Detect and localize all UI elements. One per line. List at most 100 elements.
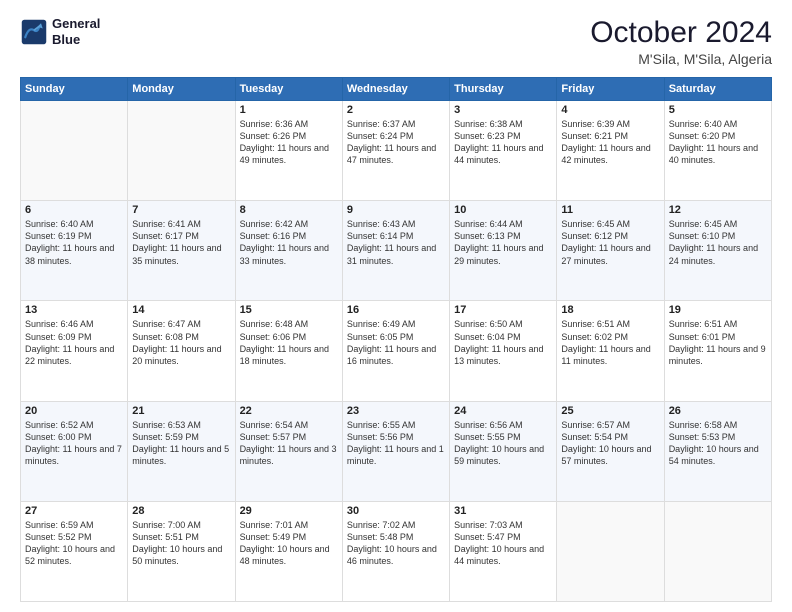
day-info: Sunrise: 6:52 AMSunset: 6:00 PMDaylight:… [25, 419, 123, 468]
day-info: Sunrise: 6:45 AMSunset: 6:10 PMDaylight:… [669, 218, 767, 267]
calendar-cell: 9 Sunrise: 6:43 AMSunset: 6:14 PMDaylight… [342, 201, 449, 301]
calendar-cell: 24 Sunrise: 6:56 AMSunset: 5:55 PMDayligh… [450, 401, 557, 501]
day-number: 14 [132, 304, 230, 316]
day-info: Sunrise: 6:47 AMSunset: 6:08 PMDaylight:… [132, 318, 230, 367]
calendar-cell: 10 Sunrise: 6:44 AMSunset: 6:13 PMDayligh… [450, 201, 557, 301]
day-number: 15 [240, 304, 338, 316]
day-info: Sunrise: 6:46 AMSunset: 6:09 PMDaylight:… [25, 318, 123, 367]
calendar-cell: 17Sunrise: 6:50 AMSunset: 6:04 PMDayligh… [450, 301, 557, 401]
day-number: 9 [347, 204, 445, 216]
day-info: Sunrise: 6:57 AMSunset: 5:54 PMDaylight:… [561, 419, 659, 468]
day-header-wednesday: Wednesday [342, 78, 449, 101]
day-number: 1 [240, 104, 338, 116]
day-header-tuesday: Tuesday [235, 78, 342, 101]
day-number: 3 [454, 104, 552, 116]
day-number: 22 [240, 405, 338, 417]
day-number: 31 [454, 505, 552, 517]
calendar-cell: 26Sunrise: 6:58 AMSunset: 5:53 PMDayligh… [664, 401, 771, 501]
day-info: Sunrise: 6:42 AMSunset: 6:16 PMDaylight:… [240, 218, 338, 267]
page: General Blue October 2024 M'Sila, M'Sila… [0, 0, 792, 612]
day-info: Sunrise: 6:39 AMSunset: 6:21 PMDaylight:… [561, 118, 659, 167]
calendar-cell [21, 101, 128, 201]
calendar-cell: 2Sunrise: 6:37 AMSunset: 6:24 PMDaylight… [342, 101, 449, 201]
calendar-cell: 1 Sunrise: 6:36 AMSunset: 6:26 PMDaylight… [235, 101, 342, 201]
calendar-cell: 11 Sunrise: 6:45 AMSunset: 6:12 PMDayligh… [557, 201, 664, 301]
calendar-cell: 22Sunrise: 6:54 AMSunset: 5:57 PMDayligh… [235, 401, 342, 501]
calendar-cell: 7Sunrise: 6:41 AMSunset: 6:17 PMDaylight… [128, 201, 235, 301]
calendar-cell: 6 Sunrise: 6:40 AMSunset: 6:19 PMDaylight… [21, 201, 128, 301]
day-header-saturday: Saturday [664, 78, 771, 101]
month-year: October 2024 [590, 16, 772, 49]
day-info: Sunrise: 6:49 AMSunset: 6:05 PMDaylight:… [347, 318, 445, 367]
day-number: 29 [240, 505, 338, 517]
day-number: 10 [454, 204, 552, 216]
day-number: 27 [25, 505, 123, 517]
week-row-2: 6 Sunrise: 6:40 AMSunset: 6:19 PMDaylight… [21, 201, 772, 301]
day-number: 7 [132, 204, 230, 216]
day-info: Sunrise: 6:43 AMSunset: 6:14 PMDaylight:… [347, 218, 445, 267]
calendar-cell: 4 Sunrise: 6:39 AMSunset: 6:21 PMDaylight… [557, 101, 664, 201]
day-info: Sunrise: 7:03 AMSunset: 5:47 PMDaylight:… [454, 519, 552, 568]
day-info: Sunrise: 6:44 AMSunset: 6:13 PMDaylight:… [454, 218, 552, 267]
calendar-cell: 8 Sunrise: 6:42 AMSunset: 6:16 PMDaylight… [235, 201, 342, 301]
day-number: 8 [240, 204, 338, 216]
day-number: 24 [454, 405, 552, 417]
day-number: 25 [561, 405, 659, 417]
day-number: 23 [347, 405, 445, 417]
calendar-cell: 23Sunrise: 6:55 AMSunset: 5:56 PMDayligh… [342, 401, 449, 501]
location: M'Sila, M'Sila, Algeria [590, 51, 772, 67]
day-number: 4 [561, 104, 659, 116]
week-row-5: 27 Sunrise: 6:59 AMSunset: 5:52 PMDayligh… [21, 501, 772, 601]
calendar-cell: 14 Sunrise: 6:47 AMSunset: 6:08 PMDayligh… [128, 301, 235, 401]
day-number: 12 [669, 204, 767, 216]
day-info: Sunrise: 6:37 AMSunset: 6:24 PMDaylight:… [347, 118, 445, 167]
day-number: 26 [669, 405, 767, 417]
day-number: 13 [25, 304, 123, 316]
day-info: Sunrise: 7:01 AMSunset: 5:49 PMDaylight:… [240, 519, 338, 568]
day-info: Sunrise: 6:40 AMSunset: 6:20 PMDaylight:… [669, 118, 767, 167]
calendar-cell: 15Sunrise: 6:48 AMSunset: 6:06 PMDayligh… [235, 301, 342, 401]
day-number: 6 [25, 204, 123, 216]
day-number: 19 [669, 304, 767, 316]
day-number: 30 [347, 505, 445, 517]
day-info: Sunrise: 6:51 AMSunset: 6:01 PMDaylight:… [669, 318, 767, 367]
day-number: 17 [454, 304, 552, 316]
day-number: 16 [347, 304, 445, 316]
calendar-cell: 3 Sunrise: 6:38 AMSunset: 6:23 PMDaylight… [450, 101, 557, 201]
day-number: 18 [561, 304, 659, 316]
day-info: Sunrise: 6:51 AMSunset: 6:02 PMDaylight:… [561, 318, 659, 367]
calendar-cell: 30 Sunrise: 7:02 AMSunset: 5:48 PMDayligh… [342, 501, 449, 601]
calendar-cell: 5Sunrise: 6:40 AMSunset: 6:20 PMDaylight… [664, 101, 771, 201]
day-info: Sunrise: 6:53 AMSunset: 5:59 PMDaylight:… [132, 419, 230, 468]
calendar-cell [128, 101, 235, 201]
day-header-monday: Monday [128, 78, 235, 101]
day-info: Sunrise: 6:36 AMSunset: 6:26 PMDaylight:… [240, 118, 338, 167]
calendar-cell: 29 Sunrise: 7:01 AMSunset: 5:49 PMDayligh… [235, 501, 342, 601]
calendar-cell: 31 Sunrise: 7:03 AMSunset: 5:47 PMDayligh… [450, 501, 557, 601]
day-info: Sunrise: 6:59 AMSunset: 5:52 PMDaylight:… [25, 519, 123, 568]
day-number: 11 [561, 204, 659, 216]
day-header-thursday: Thursday [450, 78, 557, 101]
day-info: Sunrise: 7:02 AMSunset: 5:48 PMDaylight:… [347, 519, 445, 568]
calendar-cell [557, 501, 664, 601]
day-info: Sunrise: 7:00 AMSunset: 5:51 PMDaylight:… [132, 519, 230, 568]
day-header-row: SundayMondayTuesdayWednesdayThursdayFrid… [21, 78, 772, 101]
calendar-cell: 27 Sunrise: 6:59 AMSunset: 5:52 PMDayligh… [21, 501, 128, 601]
day-info: Sunrise: 6:56 AMSunset: 5:55 PMDaylight:… [454, 419, 552, 468]
day-info: Sunrise: 6:45 AMSunset: 6:12 PMDaylight:… [561, 218, 659, 267]
calendar-cell: 19 Sunrise: 6:51 AMSunset: 6:01 PMDayligh… [664, 301, 771, 401]
day-info: Sunrise: 6:38 AMSunset: 6:23 PMDaylight:… [454, 118, 552, 167]
day-header-friday: Friday [557, 78, 664, 101]
day-info: Sunrise: 6:40 AMSunset: 6:19 PMDaylight:… [25, 218, 123, 267]
logo-text: General Blue [52, 16, 100, 47]
title-block: October 2024 M'Sila, M'Sila, Algeria [590, 16, 772, 67]
calendar-cell [664, 501, 771, 601]
calendar-cell: 13 Sunrise: 6:46 AMSunset: 6:09 PMDayligh… [21, 301, 128, 401]
logo: General Blue [20, 16, 100, 47]
calendar-cell: 18 Sunrise: 6:51 AMSunset: 6:02 PMDayligh… [557, 301, 664, 401]
logo-icon [20, 18, 48, 46]
calendar-cell: 28 Sunrise: 7:00 AMSunset: 5:51 PMDayligh… [128, 501, 235, 601]
day-number: 28 [132, 505, 230, 517]
calendar-cell: 20Sunrise: 6:52 AMSunset: 6:00 PMDayligh… [21, 401, 128, 501]
week-row-4: 20Sunrise: 6:52 AMSunset: 6:00 PMDayligh… [21, 401, 772, 501]
